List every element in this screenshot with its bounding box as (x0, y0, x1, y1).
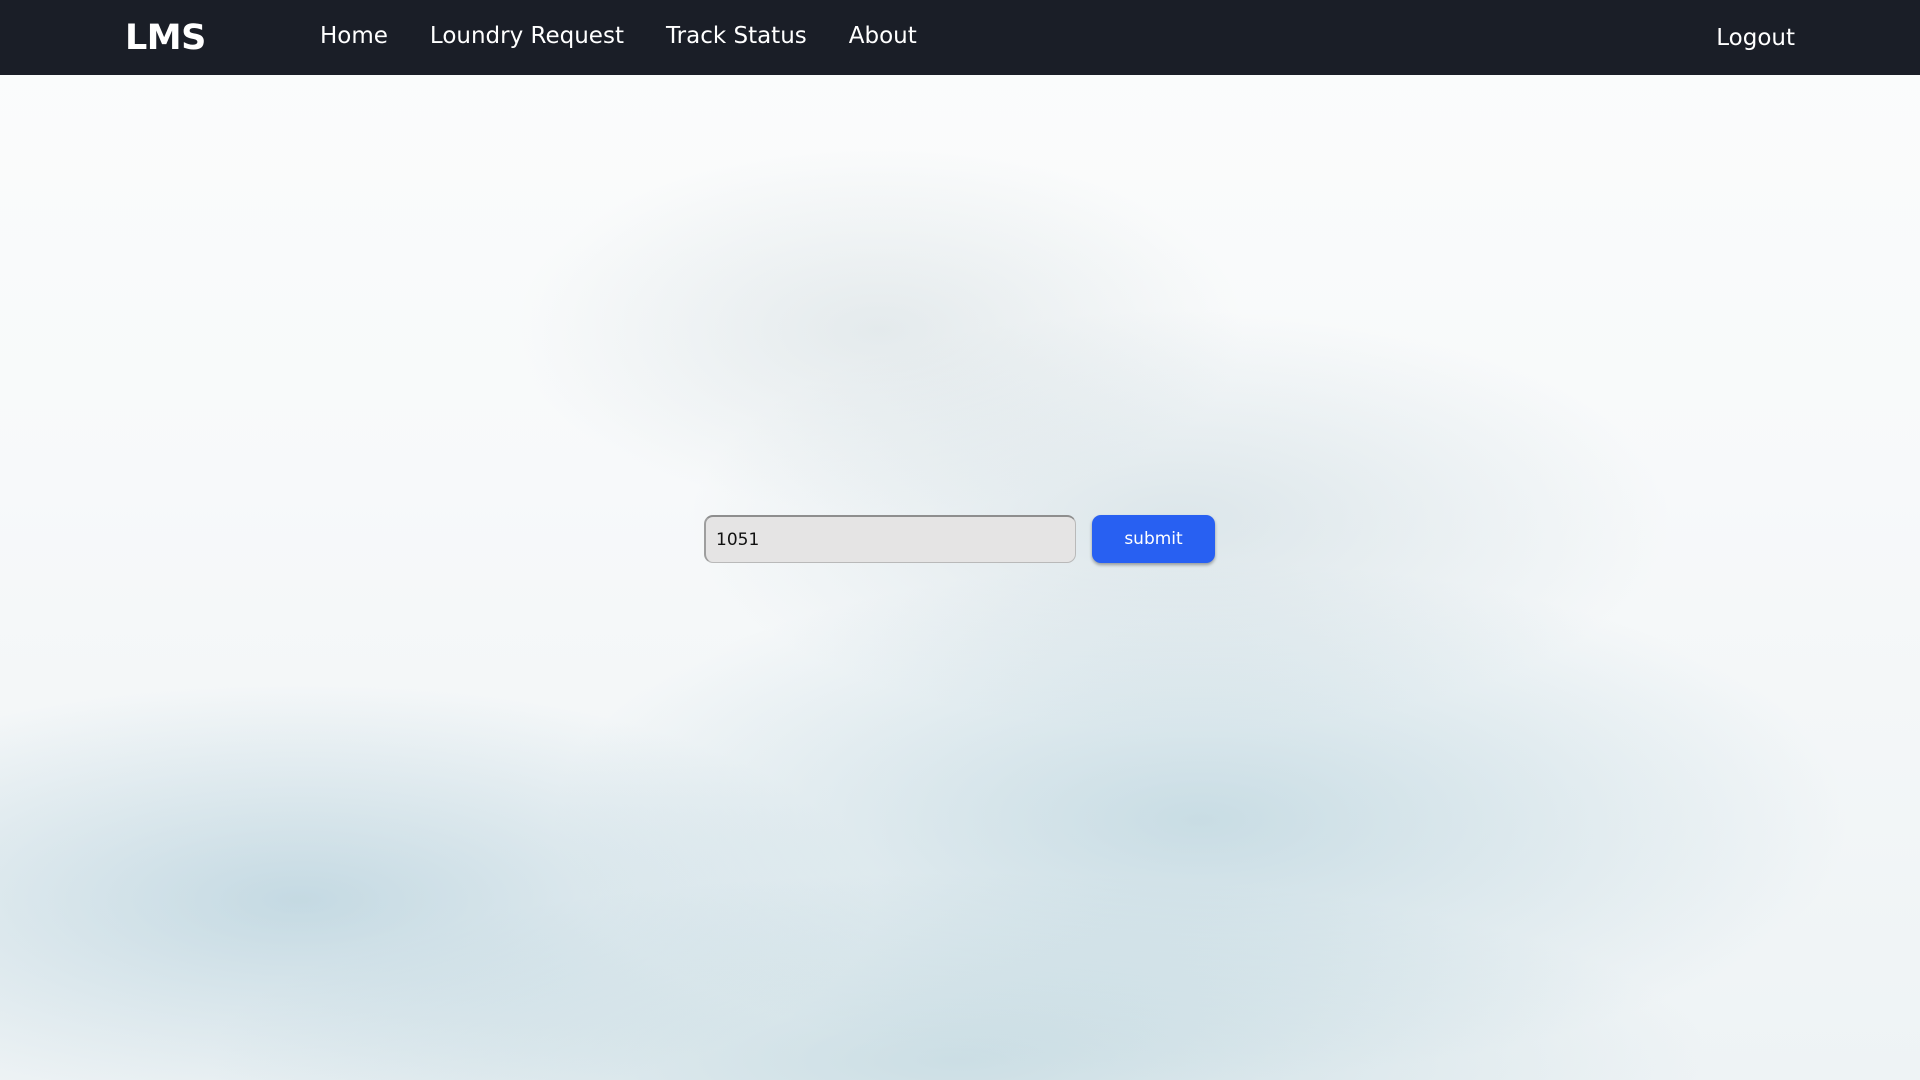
nav-link-track-status[interactable]: Track Status (666, 0, 807, 75)
brand-logo[interactable]: LMS (125, 14, 206, 62)
track-status-form: submit (704, 515, 1215, 563)
nav-link-home[interactable]: Home (320, 0, 388, 75)
main-nav: Home Loundry Request Track Status About (320, 0, 917, 75)
logout-link[interactable]: Logout (1716, 0, 1795, 75)
top-navbar: LMS Home Loundry Request Track Status Ab… (0, 0, 1920, 75)
nav-link-about[interactable]: About (849, 0, 917, 75)
submit-button[interactable]: submit (1092, 515, 1215, 563)
request-id-input[interactable] (704, 515, 1076, 563)
nav-link-laundry-request[interactable]: Loundry Request (430, 0, 624, 75)
